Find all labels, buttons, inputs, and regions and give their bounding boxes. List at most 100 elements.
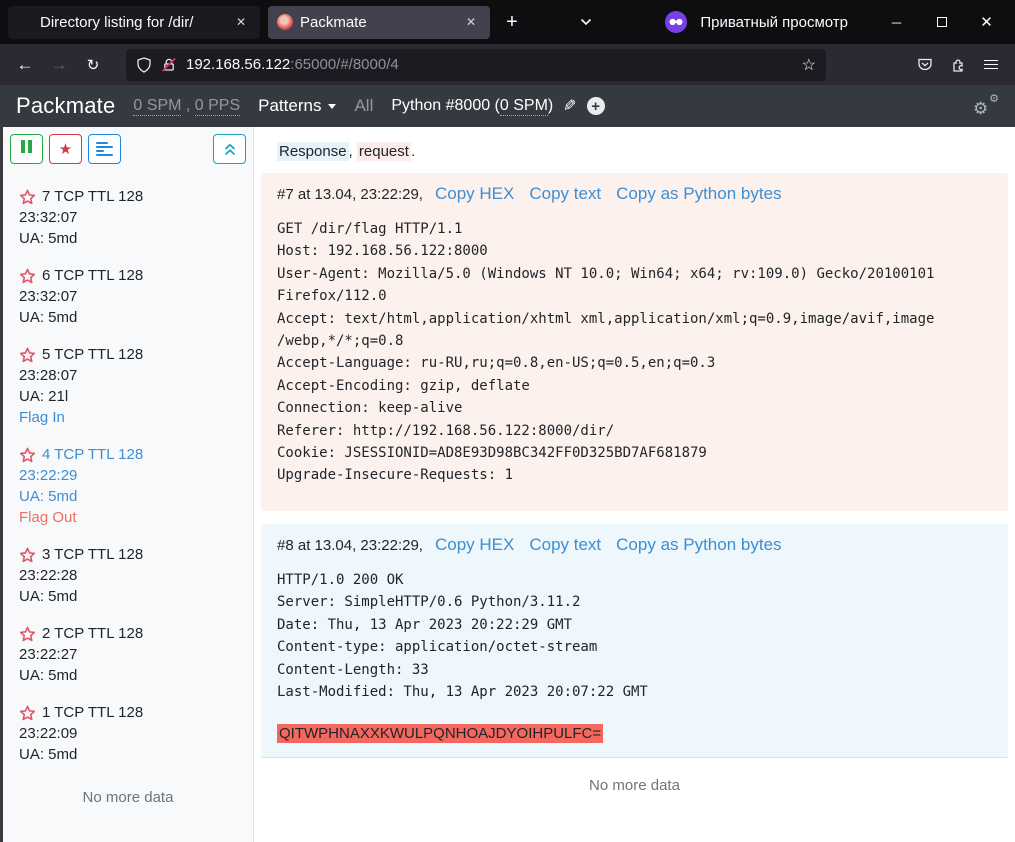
private-browsing-label: Приватный просмотр [700, 14, 848, 31]
star-outline-icon[interactable] [19, 347, 36, 363]
url-path: :65000/#/8000/4 [290, 56, 398, 73]
star-solid-icon: ★ [59, 140, 72, 158]
service-selector[interactable]: Python #8000 (0 SPM) ✎ + [391, 96, 604, 116]
copy-link[interactable]: Copy as Python bytes [616, 183, 781, 205]
browser-tab-directory-listing[interactable]: Directory listing for /dir/ ✕ [8, 6, 260, 39]
packet-useragent: UA: 21l [19, 386, 245, 407]
url-host: 192.168.56.122 [186, 56, 290, 73]
edit-pencil-icon[interactable]: ✎ [563, 96, 576, 116]
filter-all-link[interactable]: All [354, 96, 373, 116]
packet-time: 23:28:07 [19, 365, 245, 386]
packmate-favicon-icon [277, 14, 293, 30]
private-mask-icon [665, 11, 687, 33]
star-outline-icon[interactable] [19, 626, 36, 642]
packet-title: 6 TCP TTL 128 [42, 265, 143, 286]
window-close-button[interactable]: ✕ [964, 5, 1009, 39]
traffic-stats: 0 SPM , 0 PPS [133, 97, 240, 115]
browser-tab-packmate[interactable]: Packmate ✕ [268, 6, 490, 39]
patterns-dropdown[interactable]: Patterns [258, 96, 336, 116]
bookmark-star-icon[interactable]: ☆ [802, 55, 816, 75]
service-label: Python #8000 (0 SPM) [391, 97, 553, 115]
star-outline-icon[interactable] [19, 268, 36, 284]
double-chevron-up-icon [223, 142, 237, 157]
reload-button[interactable]: ↻ [76, 50, 110, 80]
packet-time: 23:22:09 [19, 723, 245, 744]
url-bar[interactable]: 192.168.56.122:65000/#/8000/4 ☆ [126, 49, 826, 81]
add-service-icon[interactable]: + [587, 97, 605, 115]
packet-time: 23:22:28 [19, 565, 245, 586]
legend-request: request [357, 142, 411, 161]
packet-title: 7 TCP TTL 128 [42, 186, 143, 207]
packet-list-item[interactable]: 6 TCP TTL 128 23:32:07 UA: 5md [19, 265, 245, 328]
url-text[interactable]: 192.168.56.122:65000/#/8000/4 [186, 56, 399, 73]
packet-payload: HTTP/1.0 200 OK Server: SimpleHTTP/0.6 P… [277, 569, 992, 703]
packet-flag-label[interactable]: Flag Out [19, 507, 245, 528]
packet-title: 3 TCP TTL 128 [42, 544, 143, 565]
packet-card-header: #8 at 13.04, 23:22:29, Copy HEX Copy text… [277, 534, 992, 557]
flag-highlight: QITWPHNAXXKWULPQNHOAJDYOIHPULFC= [277, 724, 603, 743]
packet-title-row: 3 TCP TTL 128 [19, 544, 245, 565]
tab-close-icon[interactable]: ✕ [461, 12, 481, 32]
list-view-button[interactable] [88, 134, 121, 164]
packet-title-row: 6 TCP TTL 128 [19, 265, 245, 286]
packet-title: 4 TCP TTL 128 [42, 444, 143, 465]
packet-title-row: 5 TCP TTL 128 [19, 344, 245, 365]
packet-list-item[interactable]: 4 TCP TTL 128 23:22:29 UA: 5md Flag Out [19, 444, 245, 528]
brand-title[interactable]: Packmate [16, 93, 115, 119]
packet-useragent: UA: 5md [19, 307, 245, 328]
back-button[interactable]: ← [8, 50, 42, 80]
sidebar-no-more-data: No more data [3, 789, 253, 806]
workspace: ★ 7 TCP TTL 128 23:32:07 UA: 5md [0, 127, 1015, 842]
packet-list-item[interactable]: 1 TCP TTL 128 23:22:09 UA: 5md [19, 702, 245, 765]
collapse-all-button[interactable] [213, 134, 246, 164]
insecure-lock-icon[interactable] [161, 57, 177, 73]
copy-link[interactable]: Copy HEX [435, 183, 514, 205]
tab-close-icon[interactable]: ✕ [231, 12, 251, 32]
legend-response: Response [277, 142, 349, 161]
packet-title: 2 TCP TTL 128 [42, 623, 143, 644]
packet-list-item[interactable]: 5 TCP TTL 128 23:28:07 UA: 21l Flag In [19, 344, 245, 428]
extensions-puzzle-icon[interactable] [941, 50, 974, 80]
packet-header-text: #8 at 13.04, 23:22:29, [277, 535, 423, 557]
star-outline-icon[interactable] [19, 705, 36, 721]
spm-stat: 0 SPM [133, 97, 181, 116]
copy-links: Copy HEX Copy text Copy as Python bytes [435, 183, 782, 205]
list-all-tabs-button[interactable] [571, 7, 601, 37]
chevron-down-icon [580, 18, 592, 26]
sidebar-controls: ★ [3, 134, 253, 164]
packet-flag-label[interactable]: Flag In [19, 407, 245, 428]
caret-down-icon [328, 104, 336, 109]
browser-toolbar: ← → ↻ 192.168.56.122:65000/#/8000/4 ☆ [0, 44, 1015, 85]
packet-time: 23:22:29 [19, 465, 245, 486]
pocket-icon[interactable] [908, 50, 941, 80]
copy-link[interactable]: Copy HEX [435, 534, 514, 556]
pause-capture-button[interactable] [10, 134, 43, 164]
packet-sidebar: ★ 7 TCP TTL 128 23:32:07 UA: 5md [3, 127, 254, 842]
new-tab-button[interactable]: + [496, 6, 528, 38]
window-minimize-button[interactable]: ─ [874, 5, 919, 39]
star-outline-icon[interactable] [19, 189, 36, 205]
flag-match-line: QITWPHNAXXKWULPQNHOAJDYOIHPULFC= [277, 725, 992, 743]
packet-list-item[interactable]: 3 TCP TTL 128 23:22:28 UA: 5md [19, 544, 245, 607]
menu-hamburger-icon[interactable] [974, 50, 1007, 80]
star-outline-icon[interactable] [19, 447, 36, 463]
private-browsing-badge: Приватный просмотр [665, 11, 848, 33]
copy-link[interactable]: Copy text [529, 183, 601, 205]
packet-useragent: UA: 5md [19, 586, 245, 607]
packet-useragent: UA: 5md [19, 228, 245, 249]
settings-cogs-icon[interactable]: ⚙⚙ [973, 95, 999, 117]
shield-icon[interactable] [136, 57, 152, 73]
packet-card-response: #8 at 13.04, 23:22:29, Copy HEX Copy text… [261, 524, 1008, 758]
packet-title: 1 TCP TTL 128 [42, 702, 143, 723]
packet-card-request: #7 at 13.04, 23:22:29, Copy HEXCopy text… [261, 173, 1008, 511]
favorites-filter-button[interactable]: ★ [49, 134, 82, 164]
packet-list-item[interactable]: 7 TCP TTL 128 23:32:07 UA: 5md [19, 186, 245, 249]
packet-time: 23:32:07 [19, 286, 245, 307]
forward-button[interactable]: → [42, 50, 76, 80]
star-outline-icon[interactable] [19, 547, 36, 563]
packet-list-item[interactable]: 2 TCP TTL 128 23:22:27 UA: 5md [19, 623, 245, 686]
window-maximize-button[interactable] [919, 5, 964, 39]
copy-link[interactable]: Copy text [529, 534, 601, 556]
copy-link[interactable]: Copy as Python bytes [616, 534, 781, 556]
packet-list: 7 TCP TTL 128 23:32:07 UA: 5md 6 TCP TTL… [3, 164, 253, 765]
